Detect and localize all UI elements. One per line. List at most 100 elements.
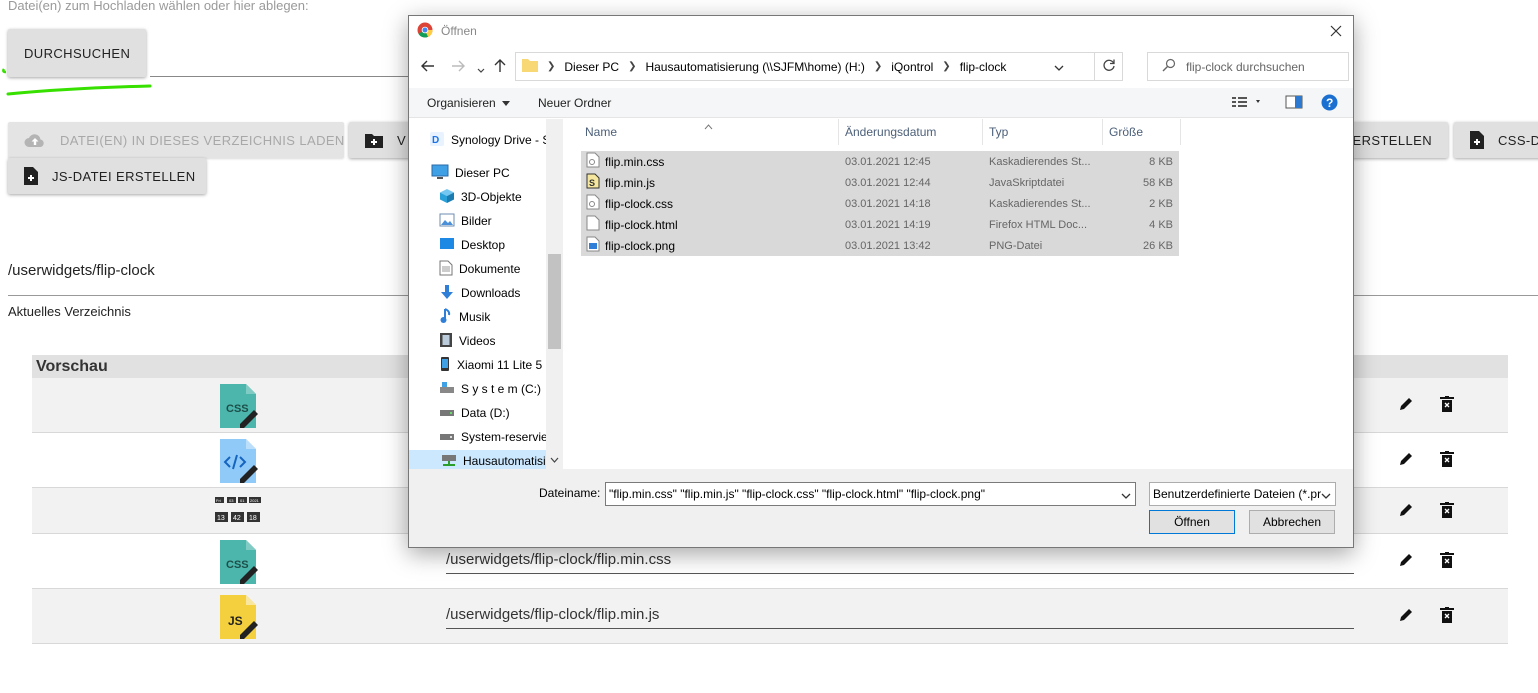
nav-item-synology[interactable]: D Synology Drive - S [429, 129, 550, 151]
nav-item-reserved-drive[interactable]: System-reservie [439, 426, 548, 448]
breadcrumb-item[interactable]: Dieser PC [564, 60, 619, 74]
file-type: Firefox HTML Doc... [989, 218, 1087, 231]
nav-item-downloads[interactable]: Downloads [439, 282, 520, 304]
search-input[interactable]: flip-clock durchsuchen [1147, 52, 1349, 81]
create-css-button[interactable]: CSS-D [1454, 122, 1538, 158]
file-row[interactable]: flip-clock.html 03.01.2021 14:19 Firefox… [581, 214, 1179, 235]
chevron-down-icon[interactable] [1121, 489, 1131, 503]
network-drive-icon [441, 453, 457, 470]
view-options-icon[interactable] [1231, 94, 1263, 113]
nav-item-label: 3D-Objekte [461, 190, 522, 204]
preview-pane-icon[interactable] [1285, 94, 1303, 113]
delete-icon[interactable] [1440, 451, 1454, 472]
nav-item-label: Xiaomi 11 Lite 5 [457, 358, 543, 372]
chevron-down-icon[interactable] [1321, 489, 1331, 503]
edit-icon[interactable] [1398, 607, 1414, 628]
chevron-down-icon[interactable] [1054, 61, 1064, 75]
clock-preview-text: 01 [240, 498, 245, 503]
delete-icon[interactable] [1440, 552, 1454, 573]
file-type: JavaSkriptdatei [989, 176, 1065, 189]
forward-arrow-icon[interactable] [451, 59, 465, 76]
file-date: 03.01.2021 14:18 [845, 197, 931, 210]
address-bar[interactable]: ❯ Dieser PC ❯ Hausautomatisierung (\\SJF… [515, 52, 1095, 81]
svg-text:CSS: CSS [226, 559, 249, 571]
help-icon[interactable]: ? [1321, 94, 1338, 114]
delete-icon[interactable] [1440, 396, 1454, 417]
navigation-pane: D Synology Drive - S Dieser PC 3D-Objekt… [409, 119, 563, 469]
chevron-right-icon: ❯ [628, 61, 637, 72]
breadcrumb-item[interactable]: iQontrol [891, 60, 933, 74]
svg-text:JS: JS [228, 614, 243, 628]
clock-preview-text: 18 [249, 515, 257, 522]
nav-item-documents[interactable]: Dokumente [439, 258, 520, 280]
breadcrumb-item[interactable]: Hausautomatisierung (\\SJFM\home) (H:) [645, 60, 864, 74]
folder-plus-icon [365, 133, 383, 148]
nav-item-label: Musik [459, 310, 491, 324]
file-path-field[interactable]: /userwidgets/flip-clock/flip.min.css [446, 551, 1354, 574]
close-icon[interactable] [1327, 22, 1345, 40]
nav-item-videos[interactable]: Videos [439, 330, 495, 352]
svg-text:?: ? [1326, 96, 1333, 110]
filename-input[interactable]: "flip.min.css" "flip.min.js" "flip-clock… [605, 482, 1136, 506]
nav-item-network-drive[interactable]: Hausautomatisi [409, 450, 547, 469]
nav-item-pictures[interactable]: Bilder [439, 210, 492, 232]
synology-drive-icon: D [429, 131, 445, 150]
column-header-type[interactable]: Typ [983, 119, 1103, 145]
nav-item-this-pc[interactable]: Dieser PC [431, 162, 510, 184]
file-row[interactable]: Sflip.min.js 03.01.2021 12:44 JavaSkript… [581, 172, 1179, 193]
file-date: 03.01.2021 12:45 [845, 155, 931, 168]
delete-icon[interactable] [1440, 502, 1454, 523]
nav-item-label: Synology Drive - S [451, 133, 551, 147]
chevron-right-icon: ❯ [547, 61, 556, 72]
edit-icon[interactable] [1398, 552, 1414, 573]
file-row[interactable]: flip-clock.png 03.01.2021 13:42 PNG-Date… [581, 235, 1179, 256]
column-header-name[interactable]: Name [567, 119, 839, 145]
chevron-down-icon[interactable] [550, 452, 559, 466]
videos-icon [439, 332, 453, 351]
organize-button[interactable]: Organisieren [427, 96, 510, 110]
load-into-dir-button[interactable]: DATEI(EN) IN DIESES VERZEICHNIS LADEN [8, 122, 344, 158]
delete-icon[interactable] [1440, 607, 1454, 628]
3d-objects-icon [439, 188, 455, 207]
edit-icon[interactable] [1398, 451, 1414, 472]
new-folder-button[interactable]: Neuer Ordner [538, 96, 611, 110]
breadcrumb-item[interactable]: flip-clock [960, 60, 1007, 74]
chevron-down-icon [501, 96, 510, 110]
js-file-icon: S [586, 173, 600, 192]
open-button[interactable]: Öffnen [1149, 510, 1235, 534]
edit-icon[interactable] [1398, 396, 1414, 417]
nav-item-phone[interactable]: Xiaomi 11 Lite 5 [439, 354, 542, 376]
create-file-button[interactable]: I ERSTELLEN [1340, 122, 1448, 158]
nav-item-3d-objects[interactable]: 3D-Objekte [439, 186, 522, 208]
nav-item-music[interactable]: Musik [439, 306, 490, 328]
back-arrow-icon[interactable] [421, 59, 435, 76]
column-header-size[interactable]: Größe [1103, 119, 1181, 145]
scrollbar-thumb[interactable] [548, 254, 561, 349]
nav-item-data-drive[interactable]: Data (D:) [439, 402, 510, 424]
upload-label: Datei(en) zum Hochladen wählen oder hier… [8, 0, 309, 13]
file-size: 8 KB [1149, 155, 1173, 168]
file-path-field[interactable]: /userwidgets/flip-clock/flip.min.js [446, 606, 1354, 629]
table-row: JS /userwidgets/flip-clock/flip.min.js [32, 589, 1508, 644]
nav-item-desktop[interactable]: Desktop [439, 234, 505, 256]
edit-icon[interactable] [1398, 502, 1414, 523]
chevron-right-icon: ❯ [873, 61, 883, 72]
file-type-filter[interactable]: Benutzerdefinierte Dateien (*.pr [1149, 482, 1336, 506]
dialog-footer: Dateiname: "flip.min.css" "flip.min.js" … [409, 469, 1353, 547]
up-arrow-icon[interactable] [493, 59, 507, 76]
cancel-button[interactable]: Abbrechen [1249, 510, 1335, 534]
phone-icon [439, 356, 451, 375]
file-row[interactable]: flip-clock.css 03.01.2021 14:18 Kaskadie… [581, 193, 1179, 214]
refresh-button[interactable] [1095, 52, 1123, 81]
file-row[interactable]: flip.min.css 03.01.2021 12:45 Kaskadiere… [581, 151, 1179, 172]
nav-item-system-drive[interactable]: S y s t e m (C:) [439, 378, 541, 400]
current-dir-label: Aktuelles Verzeichnis [8, 304, 131, 319]
create-js-button[interactable]: JS-DATEI ERSTELLEN [8, 158, 206, 194]
file-date: 03.01.2021 12:44 [845, 176, 931, 189]
chrome-icon [417, 22, 433, 41]
nav-scrollbar[interactable] [546, 119, 563, 469]
recent-dropdown-icon[interactable] [477, 63, 485, 77]
clock-preview-text: 2021 [250, 498, 260, 503]
svg-text:S: S [589, 178, 595, 188]
column-header-date[interactable]: Änderungsdatum [839, 119, 983, 145]
